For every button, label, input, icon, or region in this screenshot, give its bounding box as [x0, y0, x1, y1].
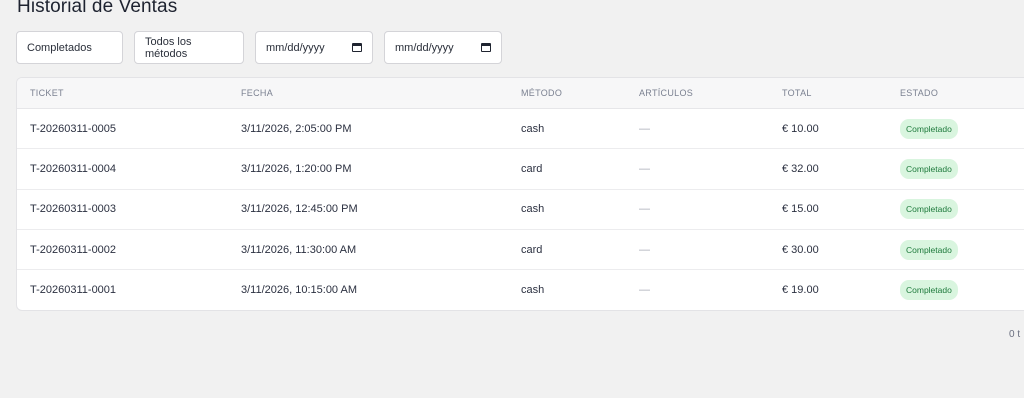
articulos-cell: — — [639, 122, 650, 135]
fecha-cell: 3/11/2026, 2:05:00 PM — [241, 122, 352, 135]
articulos-cell: — — [639, 162, 650, 175]
estado-cell: Completado — [900, 280, 958, 301]
table-row[interactable]: T-20260311-0002 3/11/2026, 11:30:00 AM c… — [17, 230, 1024, 271]
articulos-cell: — — [639, 243, 650, 256]
column-header-metodo[interactable]: MÉTODO — [521, 88, 562, 98]
table-row[interactable]: T-20260311-0004 3/11/2026, 1:20:00 PM ca… — [17, 149, 1024, 190]
column-header-fecha[interactable]: FECHA — [241, 88, 273, 98]
calendar-icon[interactable] — [481, 43, 491, 52]
estado-cell: Completado — [900, 199, 958, 220]
fecha-cell: 3/11/2026, 1:20:00 PM — [241, 162, 352, 175]
date-to-placeholder: mm/dd/yyyy — [395, 41, 454, 54]
status-badge: Completado — [900, 158, 958, 179]
pagination-summary: 0 t — [1009, 329, 1021, 340]
estado-cell: Completado — [900, 239, 958, 260]
calendar-icon[interactable] — [352, 43, 362, 52]
metodo-cell: card — [521, 243, 543, 256]
method-filter-value: Todos los métodos — [145, 35, 192, 60]
ticket-cell: T-20260311-0001 — [30, 284, 117, 297]
metodo-cell: cash — [521, 122, 545, 135]
filters-bar: Completados Todos los métodos mm/dd/yyyy… — [16, 31, 502, 64]
status-filter-select[interactable]: Completados — [16, 31, 123, 64]
ticket-cell: T-20260311-0002 — [30, 243, 117, 256]
estado-cell: Completado — [900, 118, 958, 139]
method-filter-select[interactable]: Todos los métodos — [134, 31, 244, 64]
sales-table: TICKET FECHA MÉTODO ARTÍCULOS TOTAL ESTA… — [16, 77, 1024, 312]
ticket-cell: T-20260311-0004 — [30, 162, 117, 175]
table-header: TICKET FECHA MÉTODO ARTÍCULOS TOTAL ESTA… — [17, 78, 1024, 109]
fecha-cell: 3/11/2026, 10:15:00 AM — [241, 284, 357, 297]
status-badge: Completado — [900, 280, 958, 301]
articulos-cell: — — [639, 203, 650, 216]
status-badge: Completado — [900, 118, 958, 139]
column-header-articulos[interactable]: ARTÍCULOS — [639, 88, 693, 98]
ticket-cell: T-20260311-0005 — [30, 122, 117, 135]
metodo-cell: card — [521, 162, 543, 175]
date-from-placeholder: mm/dd/yyyy — [266, 41, 325, 54]
fecha-cell: 3/11/2026, 12:45:00 PM — [241, 203, 358, 216]
page-title: Historial de Ventas — [17, 0, 178, 17]
ticket-cell: T-20260311-0003 — [30, 203, 117, 216]
total-cell: € 15.00 — [782, 203, 819, 216]
status-filter-value: Completados — [27, 41, 92, 54]
total-cell: € 30.00 — [782, 243, 819, 256]
column-header-ticket[interactable]: TICKET — [30, 88, 64, 98]
table-row[interactable]: T-20260311-0003 3/11/2026, 12:45:00 PM c… — [17, 190, 1024, 230]
status-badge: Completado — [900, 239, 958, 260]
table-row[interactable]: T-20260311-0005 3/11/2026, 2:05:00 PM ca… — [17, 109, 1024, 150]
column-header-estado[interactable]: ESTADO — [900, 88, 938, 98]
table-row[interactable]: T-20260311-0001 3/11/2026, 10:15:00 AM c… — [17, 270, 1024, 310]
date-to-input[interactable]: mm/dd/yyyy — [384, 31, 502, 64]
total-cell: € 19.00 — [782, 284, 819, 297]
metodo-cell: cash — [521, 284, 545, 297]
articulos-cell: — — [639, 284, 650, 297]
estado-cell: Completado — [900, 158, 958, 179]
date-from-input[interactable]: mm/dd/yyyy — [255, 31, 373, 64]
status-badge: Completado — [900, 199, 958, 220]
total-cell: € 32.00 — [782, 162, 819, 175]
fecha-cell: 3/11/2026, 11:30:00 AM — [241, 243, 357, 256]
total-cell: € 10.00 — [782, 122, 819, 135]
column-header-total[interactable]: TOTAL — [782, 88, 812, 98]
metodo-cell: cash — [521, 203, 545, 216]
